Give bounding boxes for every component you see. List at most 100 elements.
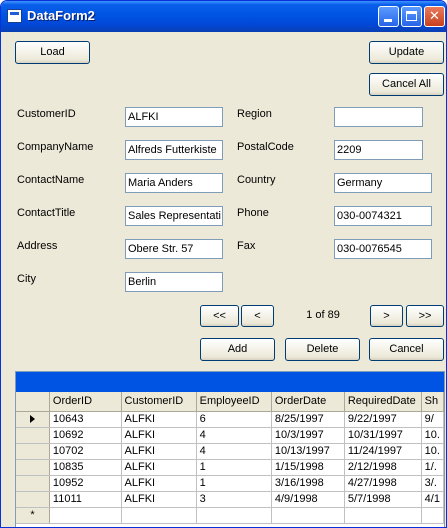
table-cell[interactable]: 1 <box>196 459 272 476</box>
new-row-marker[interactable]: * <box>16 507 50 524</box>
table-cell[interactable]: 10702 <box>49 443 122 460</box>
row-header[interactable] <box>16 427 50 444</box>
region-label: Region <box>237 108 272 120</box>
table-cell[interactable]: 4 <box>196 443 272 460</box>
table-cell[interactable]: ALFKI <box>121 491 197 508</box>
column-header[interactable]: RequiredDate <box>344 392 422 412</box>
last-record-button[interactable]: >> <box>406 305 444 327</box>
country-field[interactable]: Germany <box>334 173 432 193</box>
phone-label: Phone <box>237 207 269 219</box>
table-row[interactable]: 10643 ALFKI 6 8/25/1997 9/22/1997 9/ <box>16 411 444 428</box>
column-header[interactable]: EmployeeID <box>196 392 272 412</box>
table-cell[interactable]: ALFKI <box>121 411 197 428</box>
table-cell[interactable]: 11/24/1997 <box>344 443 422 460</box>
previous-record-button[interactable]: < <box>241 305 274 327</box>
row-header-corner[interactable] <box>16 392 50 412</box>
table-cell[interactable] <box>344 507 422 524</box>
table-cell[interactable]: 11011 <box>49 491 122 508</box>
row-header[interactable] <box>16 475 50 492</box>
record-position: 1 of 89 <box>306 309 340 321</box>
table-cell[interactable]: 4/27/1998 <box>344 475 422 492</box>
title-bar[interactable]: DataForm2 ✕ <box>1 1 446 32</box>
country-label: Country <box>237 174 276 186</box>
contact-name-field[interactable]: Maria Anders <box>125 173 223 193</box>
current-row-icon <box>29 415 35 424</box>
table-cell[interactable]: 6 <box>196 411 272 428</box>
table-row[interactable]: 10835 ALFKI 1 1/15/1998 2/12/1998 1/. <box>16 459 444 476</box>
update-button[interactable]: Update <box>369 41 444 64</box>
postal-code-field[interactable]: 2209 <box>334 140 423 160</box>
table-cell[interactable] <box>196 507 272 524</box>
table-cell[interactable]: 9/ <box>421 411 444 428</box>
table-cell[interactable]: 10/31/1997 <box>344 427 422 444</box>
table-cell[interactable]: 2/12/1998 <box>344 459 422 476</box>
table-cell[interactable]: 10. <box>421 443 444 460</box>
table-row[interactable]: 10692 ALFKI 4 10/3/1997 10/31/1997 10. <box>16 427 444 444</box>
table-cell[interactable]: 1 <box>196 475 272 492</box>
column-header[interactable]: CustomerID <box>121 392 197 412</box>
app-icon <box>7 9 22 23</box>
table-row[interactable]: 11011 ALFKI 3 4/9/1998 5/7/1998 4/1 <box>16 491 444 508</box>
customer-id-field[interactable]: ALFKI <box>125 107 223 127</box>
table-cell[interactable]: 4/1 <box>421 491 444 508</box>
fax-label: Fax <box>237 240 256 252</box>
region-field[interactable] <box>334 107 423 127</box>
table-cell[interactable]: 3/16/1998 <box>271 475 345 492</box>
column-header[interactable]: OrderDate <box>271 392 345 412</box>
table-cell[interactable]: ALFKI <box>121 459 197 476</box>
new-row[interactable]: * <box>16 507 444 524</box>
contact-title-field[interactable]: Sales Representati <box>125 206 223 226</box>
table-cell[interactable]: 8/25/1997 <box>271 411 345 428</box>
table-cell[interactable]: 4/9/1998 <box>271 491 345 508</box>
minimize-button[interactable] <box>378 6 399 27</box>
table-cell[interactable] <box>49 507 122 524</box>
fax-field[interactable]: 030-0076545 <box>334 239 432 259</box>
table-cell[interactable]: 5/7/1998 <box>344 491 422 508</box>
company-name-field[interactable]: Alfreds Futterkiste <box>125 140 223 160</box>
load-button[interactable]: Load <box>15 41 90 64</box>
table-cell[interactable]: ALFKI <box>121 475 197 492</box>
table-cell[interactable]: 1/15/1998 <box>271 459 345 476</box>
orders-grid[interactable]: OrderID CustomerID EmployeeID OrderDate … <box>15 371 445 527</box>
contact-title-label: ContactTitle <box>17 207 76 219</box>
table-cell[interactable]: 10. <box>421 427 444 444</box>
add-button[interactable]: Add <box>200 338 275 361</box>
table-cell[interactable]: 3/. <box>421 475 444 492</box>
table-cell[interactable]: 10952 <box>49 475 122 492</box>
table-cell[interactable]: 10/13/1997 <box>271 443 345 460</box>
next-record-button[interactable]: > <box>370 305 403 327</box>
close-button[interactable]: ✕ <box>424 6 445 27</box>
cancel-all-button[interactable]: Cancel All <box>369 73 444 96</box>
row-header[interactable] <box>16 491 50 508</box>
phone-field[interactable]: 030-0074321 <box>334 206 432 226</box>
table-cell[interactable]: 4 <box>196 427 272 444</box>
table-cell[interactable]: 3 <box>196 491 272 508</box>
table-cell[interactable]: 9/22/1997 <box>344 411 422 428</box>
dataform2-window: DataForm2 ✕ Load Update Cancel All Custo… <box>0 0 447 528</box>
table-cell[interactable] <box>421 507 444 524</box>
maximize-button[interactable] <box>401 6 422 27</box>
company-name-label: CompanyName <box>17 141 94 153</box>
grid-caption-bar <box>16 372 444 392</box>
column-header[interactable]: OrderID <box>49 392 122 412</box>
cancel-button[interactable]: Cancel <box>369 338 444 361</box>
table-cell[interactable]: ALFKI <box>121 427 197 444</box>
table-cell[interactable]: 1/. <box>421 459 444 476</box>
table-cell[interactable]: 10/3/1997 <box>271 427 345 444</box>
row-header[interactable] <box>16 443 50 460</box>
table-cell[interactable]: 10835 <box>49 459 122 476</box>
table-cell[interactable]: ALFKI <box>121 443 197 460</box>
table-cell[interactable]: 10643 <box>49 411 122 428</box>
table-cell[interactable]: 10692 <box>49 427 122 444</box>
table-cell[interactable] <box>271 507 345 524</box>
table-cell[interactable] <box>121 507 197 524</box>
row-header[interactable] <box>16 411 50 428</box>
column-header[interactable]: Sh <box>421 392 444 412</box>
first-record-button[interactable]: << <box>200 305 239 327</box>
city-field[interactable]: Berlin <box>125 272 223 292</box>
row-header[interactable] <box>16 459 50 476</box>
table-row[interactable]: 10952 ALFKI 1 3/16/1998 4/27/1998 3/. <box>16 475 444 492</box>
address-field[interactable]: Obere Str. 57 <box>125 239 223 259</box>
table-row[interactable]: 10702 ALFKI 4 10/13/1997 11/24/1997 10. <box>16 443 444 460</box>
delete-button[interactable]: Delete <box>285 338 360 361</box>
